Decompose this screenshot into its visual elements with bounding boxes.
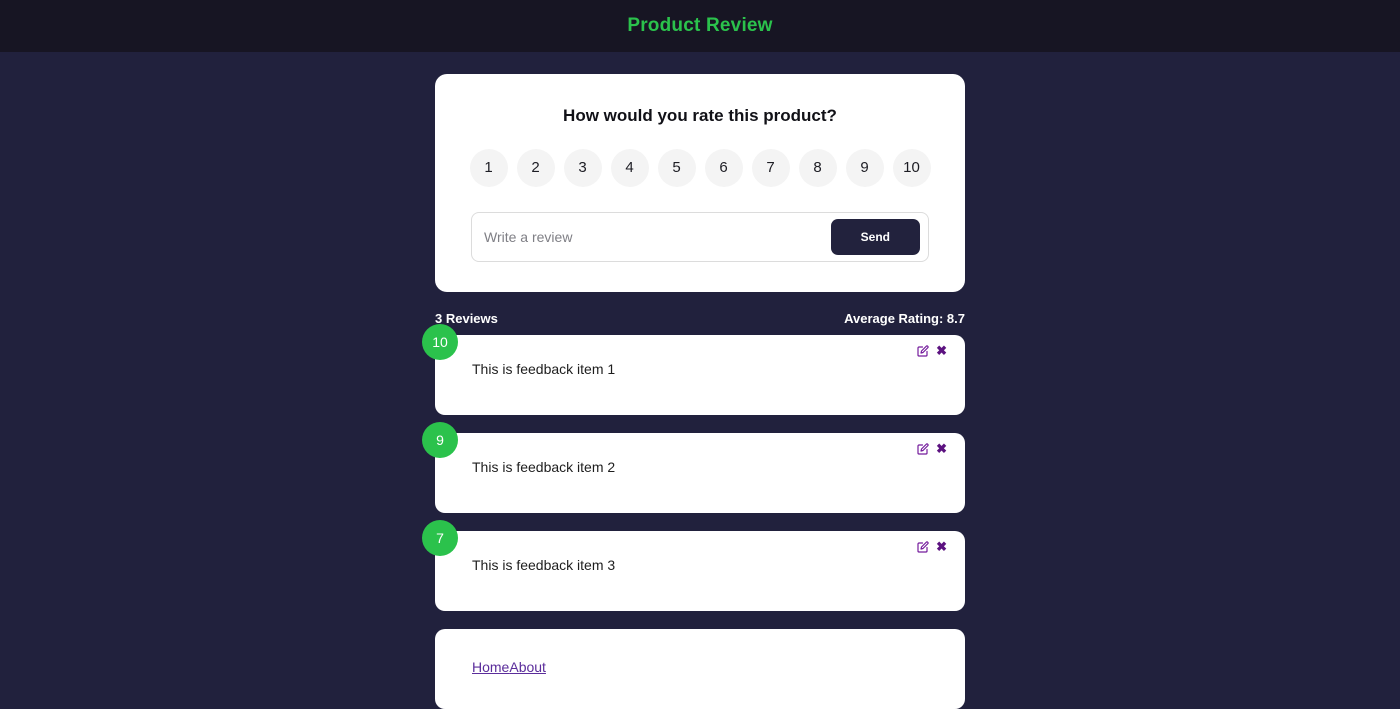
rating-button-3[interactable]: 3 bbox=[563, 149, 602, 187]
edit-icon[interactable] bbox=[917, 540, 929, 553]
feedback-list: 10 ✖ This is feedback item 1 9 ✖ This is feed… bbox=[422, 324, 965, 611]
rating-card: How would you rate this product? 1234567… bbox=[435, 74, 965, 292]
send-button[interactable]: Send bbox=[830, 219, 920, 255]
average-rating: Average Rating: 8.7 bbox=[844, 311, 965, 326]
rating-badge: 7 bbox=[422, 520, 458, 556]
rating-option-8: 8 bbox=[798, 149, 837, 187]
rating-option-2: 2 bbox=[516, 149, 555, 187]
footer-card: Home About bbox=[435, 629, 965, 709]
rating-badge: 9 bbox=[422, 422, 458, 458]
edit-icon[interactable] bbox=[917, 344, 929, 357]
rating-button-1[interactable]: 1 bbox=[469, 149, 508, 187]
page-container: How would you rate this product? 1234567… bbox=[422, 52, 965, 709]
close-icon[interactable]: ✖ bbox=[936, 344, 947, 357]
stats-row: 3 Reviews Average Rating: 8.7 bbox=[435, 311, 965, 326]
rating-option-1: 1 bbox=[469, 149, 508, 187]
rating-option-4: 4 bbox=[610, 149, 649, 187]
rating-button-8[interactable]: 8 bbox=[798, 149, 837, 187]
review-input[interactable] bbox=[472, 220, 831, 254]
close-icon[interactable]: ✖ bbox=[936, 540, 947, 553]
rating-button-4[interactable]: 4 bbox=[610, 149, 649, 187]
feedback-text: This is feedback item 1 bbox=[472, 361, 616, 377]
app-header: Product Review bbox=[0, 0, 1400, 52]
rating-option-9: 9 bbox=[845, 149, 884, 187]
feedback-item: 7 ✖ This is feedback item 3 bbox=[422, 520, 965, 611]
rating-button-7[interactable]: 7 bbox=[751, 149, 790, 187]
feedback-text: This is feedback item 3 bbox=[472, 557, 616, 573]
rating-button-5[interactable]: 5 bbox=[657, 149, 696, 187]
footer-link-about[interactable]: About bbox=[509, 659, 546, 675]
rating-option-6: 6 bbox=[704, 149, 743, 187]
rating-option-7: 7 bbox=[751, 149, 790, 187]
rating-button-2[interactable]: 2 bbox=[516, 149, 555, 187]
feedback-actions: ✖ bbox=[917, 540, 947, 553]
rating-option-3: 3 bbox=[563, 149, 602, 187]
rating-button-9[interactable]: 9 bbox=[845, 149, 884, 187]
footer-link-home[interactable]: Home bbox=[472, 659, 509, 675]
rating-option-5: 5 bbox=[657, 149, 696, 187]
rating-button-10[interactable]: 10 bbox=[892, 149, 931, 187]
feedback-actions: ✖ bbox=[917, 442, 947, 455]
rating-question: How would you rate this product? bbox=[563, 106, 837, 125]
feedback-actions: ✖ bbox=[917, 344, 947, 357]
rating-option-10: 10 bbox=[892, 149, 931, 187]
feedback-text: This is feedback item 2 bbox=[472, 459, 616, 475]
review-input-group: Send bbox=[471, 212, 929, 262]
close-icon[interactable]: ✖ bbox=[936, 442, 947, 455]
feedback-item: 10 ✖ This is feedback item 1 bbox=[422, 324, 965, 415]
page-title: Product Review bbox=[627, 15, 773, 36]
rating-options-list: 1 2 3 4 5 6 7 8 9 10 bbox=[469, 149, 931, 187]
footer-links: Home About bbox=[472, 659, 928, 675]
rating-button-6[interactable]: 6 bbox=[704, 149, 743, 187]
feedback-item: 9 ✖ This is feedback item 2 bbox=[422, 422, 965, 513]
edit-icon[interactable] bbox=[917, 442, 929, 455]
rating-badge: 10 bbox=[422, 324, 458, 360]
